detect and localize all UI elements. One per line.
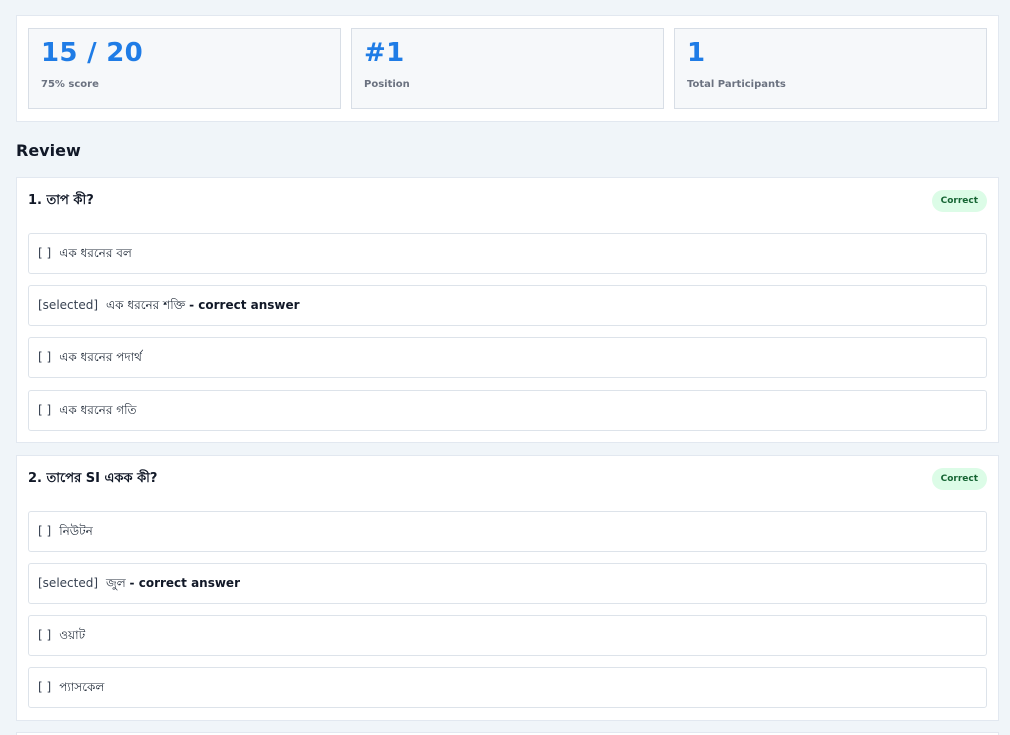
option-mark: [ ] [38,524,52,538]
score-card: 15 / 20 75% score [28,28,341,109]
option-text: এক ধরনের শক্তি [106,298,186,312]
option-text: নিউটন [59,524,93,538]
option-mark: [selected] [38,298,99,312]
option-mark: [selected] [38,576,99,590]
option-text: প্যাসকেল [59,680,105,694]
score-label: 75% score [41,79,99,90]
option-mark: [ ] [38,403,52,417]
review-heading: Review [16,141,81,160]
participants-card: 1 Total Participants [674,28,987,109]
option-item-selected: [selected] জুল - correct answer [28,563,987,604]
option-text: ওয়াট [59,628,86,642]
stats-panel: 15 / 20 75% score #1 Position 1 Total Pa… [16,15,999,122]
participants-label: Total Participants [687,79,786,90]
correct-answer-note: - correct answer [129,576,240,590]
option-item-selected: [selected] এক ধরনের শক্তি - correct answe… [28,285,987,326]
score-value: 15 / 20 [41,38,144,68]
option-text: এক ধরনের বল [59,246,132,260]
question-card-1: 1. তাপ কী? Correct [ ] এক ধরনের বল [selec… [16,177,999,443]
position-value: #1 [364,38,405,68]
option-item: [ ] এক ধরনের পদার্থ [28,337,987,378]
correct-answer-note: - correct answer [189,298,300,312]
option-mark: [ ] [38,680,52,694]
question-card-2: 2. তাপের SI একক কী? Correct [ ] নিউটন [se… [16,455,999,721]
results-page: 15 / 20 75% score #1 Position 1 Total Pa… [0,0,1010,735]
option-text: এক ধরনের পদার্থ [59,350,142,364]
option-item: [ ] নিউটন [28,511,987,552]
position-label: Position [364,79,410,90]
participants-value: 1 [687,38,706,68]
option-mark: [ ] [38,350,52,364]
status-badge: Correct [931,468,987,490]
option-mark: [ ] [38,628,52,642]
option-mark: [ ] [38,246,52,260]
option-text: এক ধরনের গতি [59,403,137,417]
status-badge: Correct [931,190,987,212]
option-text: জুল [106,576,126,590]
option-item: [ ] প্যাসকেল [28,667,987,708]
position-card: #1 Position [351,28,664,109]
option-item: [ ] এক ধরনের গতি [28,390,987,431]
question-text: 1. তাপ কী? [28,193,94,208]
option-item: [ ] এক ধরনের বল [28,233,987,274]
question-text: 2. তাপের SI একক কী? [28,471,158,486]
option-item: [ ] ওয়াট [28,615,987,656]
